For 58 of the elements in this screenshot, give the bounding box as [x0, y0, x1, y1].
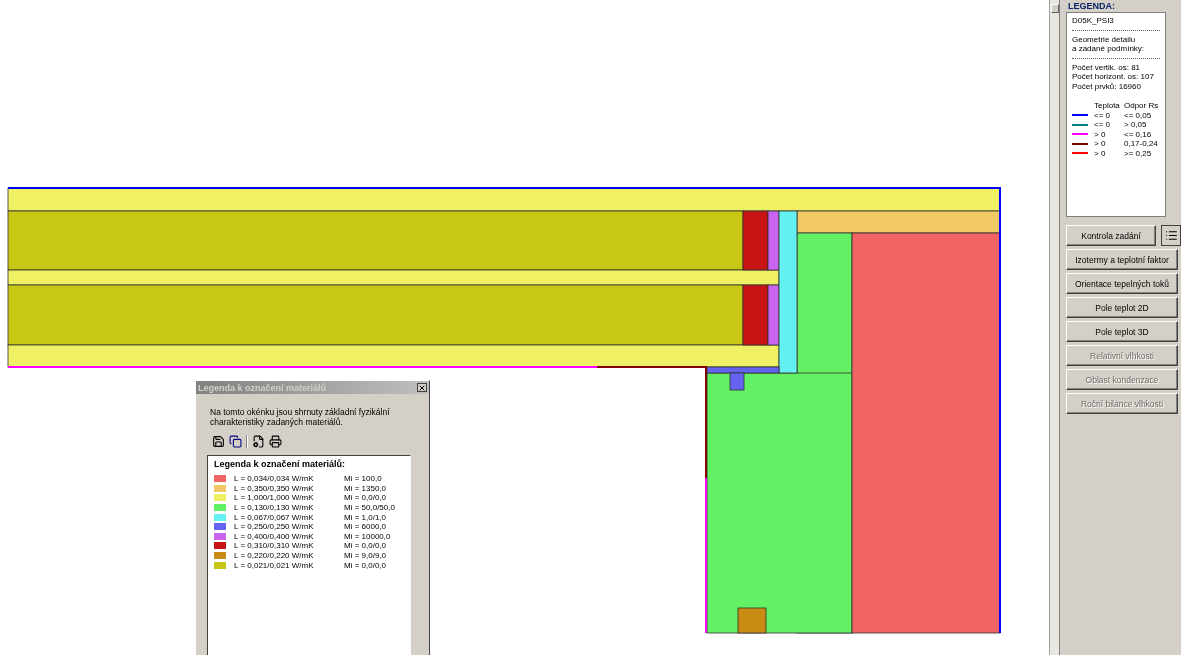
temperature-text: > 0 — [1094, 139, 1107, 149]
action-button[interactable]: Orientace tepelných toků — [1066, 273, 1178, 294]
column-heading: Odpor Rs — [1124, 101, 1160, 111]
resistance-text: <= 0,05 — [1124, 110, 1153, 120]
action-button[interactable]: Pole teplot 3D — [1066, 321, 1178, 342]
copy-icon — [229, 435, 242, 448]
action-button[interactable]: Pole teplot 2D — [1066, 297, 1178, 318]
geometry-text: Geometrie detailu — [1072, 34, 1137, 44]
conductivity-text: L = 0,220/0,220 W/mK — [234, 551, 315, 561]
diffusion-text: Mi = 1,0/1,0 — [344, 512, 388, 522]
print-button[interactable] — [269, 435, 282, 448]
diffusion-text: Mi = 9,0/9,0 — [344, 551, 388, 561]
scroll-up-button[interactable] — [1050, 4, 1059, 13]
close-button[interactable] — [417, 383, 427, 392]
diffusion-text: Mi = 10000,0 — [344, 531, 392, 541]
dialog-description: Na tomto okénku jsou shrnuty základní fyzikální charakteristiky zadaných materiálů. — [210, 407, 391, 427]
diffusion-text: Mi = 100,0 — [344, 474, 383, 484]
diffusion-text: Mi = 0,0/0,0 — [344, 493, 388, 503]
legend-title: LEGENDA: — [1067, 1, 1116, 11]
resistance-text: 0,17-0,24 — [1124, 139, 1159, 149]
conductivity-text: L = 0,400/0,400 W/mK — [234, 531, 315, 541]
resistance-text: >= 0,25 — [1124, 148, 1153, 158]
copy-button[interactable] — [229, 435, 242, 448]
temperature-text: > 0 — [1094, 129, 1107, 139]
temperature-text: <= 0 — [1094, 120, 1111, 130]
stat-text: Počet horizont. os: 107 — [1072, 72, 1155, 82]
column-heading: Teplota — [1094, 101, 1121, 111]
close-icon — [418, 383, 426, 392]
conductivity-text: L = 0,250/0,250 W/mK — [234, 522, 315, 532]
save-icon — [212, 435, 225, 448]
legend-button[interactable] — [1161, 225, 1181, 246]
conductivity-text: L = 1,000/1,000 W/mK — [234, 493, 315, 503]
dialog-title: Legenda k označení materiálů — [198, 382, 327, 393]
action-button[interactable]: Kontrola zadání — [1066, 225, 1156, 246]
action-button[interactable]: Izotermy a teplotní faktor — [1066, 249, 1178, 270]
stat-text: Počet prvků: 16960 — [1072, 81, 1142, 91]
conductivity-text: L = 0,067/0,067 W/mK — [234, 512, 315, 522]
printer-icon — [269, 435, 282, 448]
temperature-text: > 0 — [1094, 148, 1107, 158]
conductivity-text: L = 0,021/0,021 W/mK — [234, 560, 315, 570]
diffusion-text: Mi = 50,0/50,0 — [344, 503, 396, 513]
geometry-text: a zadané podmínky: — [1072, 44, 1146, 54]
diffusion-text: Mi = 0,0/0,0 — [344, 541, 388, 551]
resistance-text: > 0,05 — [1124, 120, 1148, 130]
stat-text: Počet vertik. os: 81 — [1072, 62, 1142, 72]
list-icon — [1164, 229, 1178, 242]
list-heading: Legenda k označení materiálů: — [214, 459, 347, 469]
resistance-text: <= 0,16 — [1124, 129, 1153, 139]
conductivity-text: L = 0,310/0,310 W/mK — [234, 541, 315, 551]
conductivity-text: L = 0,350/0,350 W/mK — [234, 483, 315, 493]
temperature-text: <= 0 — [1094, 110, 1111, 120]
conductivity-text: L = 0,130/0,130 W/mK — [234, 503, 315, 513]
diffusion-text: Mi = 0,0/0,0 — [344, 560, 388, 570]
diffusion-text: Mi = 6000,0 — [344, 522, 388, 532]
case-name: D05K_PSI3 — [1072, 16, 1115, 26]
diffusion-text: Mi = 1350,0 — [344, 483, 388, 493]
save-button[interactable] — [212, 435, 225, 448]
conductivity-text: L = 0,034/0,034 W/mK — [234, 474, 315, 484]
